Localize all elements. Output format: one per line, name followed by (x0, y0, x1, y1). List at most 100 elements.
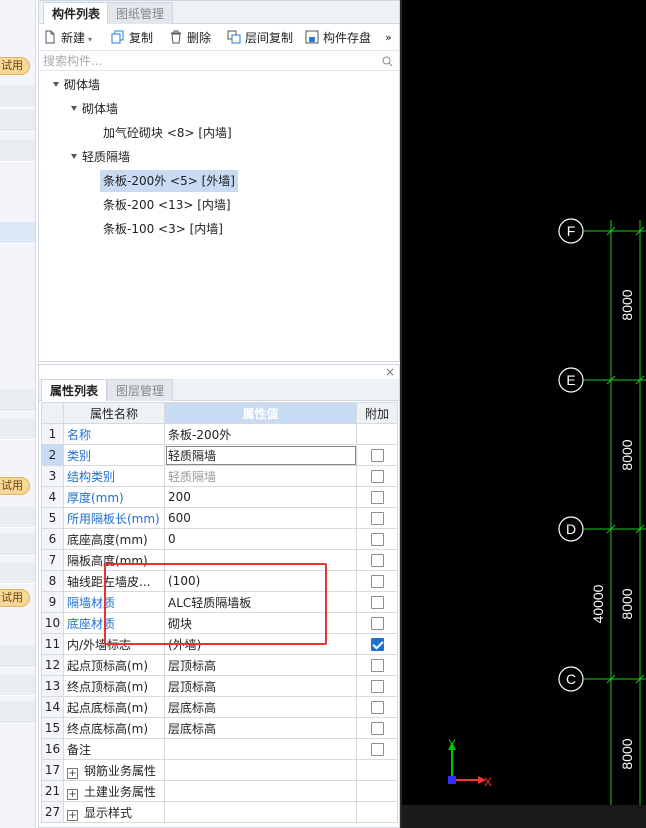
left-strip-row[interactable] (0, 534, 35, 556)
property-value[interactable]: ALC轻质隔墙板 (164, 591, 357, 613)
tab-property-list[interactable]: 属性列表 (41, 379, 108, 401)
left-strip-row[interactable] (0, 506, 35, 528)
cad-drawing-area[interactable]: F E D C 8000 8000 8000 8000 40000 Y X (402, 0, 646, 828)
property-row[interactable]: 3 结构类别 轻质隔墙 (41, 465, 398, 487)
extra-checkbox[interactable] (370, 470, 384, 483)
property-value[interactable]: 层顶标高 (164, 654, 357, 676)
extra-checkbox[interactable] (370, 554, 384, 567)
left-strip-row[interactable] (0, 702, 35, 724)
property-value[interactable]: (100) (164, 570, 357, 592)
property-row[interactable]: 5 所用隔板长(mm) 600 (41, 507, 398, 529)
extra-checkbox[interactable] (370, 512, 384, 525)
property-value[interactable]: 轻质隔墙 (164, 465, 357, 487)
extra-checkbox[interactable] (370, 680, 384, 693)
property-value[interactable]: 条板-200外 (164, 423, 357, 445)
new-button[interactable]: 新建 ▾ (43, 28, 92, 48)
property-row[interactable]: 27 + 显示样式 (41, 801, 398, 823)
property-row[interactable]: 1 名称 条板-200外 (41, 423, 398, 445)
property-value[interactable] (164, 738, 357, 760)
property-value[interactable]: (外墙) (164, 633, 357, 655)
expand-plus-icon[interactable]: + (67, 767, 78, 779)
tree-node-masonry-wall-root[interactable]: 砌体墙 (53, 74, 100, 96)
property-row[interactable]: 7 隔板高度(mm) (41, 549, 398, 571)
extra-checkbox[interactable] (370, 617, 384, 630)
save-component-button[interactable]: 构件存盘 (305, 28, 371, 48)
property-name[interactable]: + 土建业务属性 (63, 780, 165, 802)
tab-drawing-management[interactable]: 图纸管理 (107, 2, 174, 24)
property-row[interactable]: 14 起点底标高(m) 层底标高 (41, 696, 398, 718)
left-strip-row[interactable] (0, 110, 35, 132)
extra-checkbox[interactable] (370, 722, 384, 735)
extra-checkbox[interactable] (370, 491, 384, 504)
trial-badge[interactable]: 试用 (0, 477, 30, 495)
left-strip-row[interactable] (0, 646, 35, 668)
extra-checkbox[interactable] (370, 743, 384, 756)
property-value[interactable]: 轻质隔墙 (164, 444, 357, 466)
property-row[interactable]: 10 底座材质 砌块 (41, 612, 398, 634)
property-name[interactable]: + 显示样式 (63, 801, 165, 823)
left-strip-row[interactable] (0, 86, 35, 108)
tree-item-aerated-block[interactable]: 加气砼砌块 <8> [内墙] (103, 122, 232, 144)
delete-button[interactable]: 删除 (169, 28, 211, 48)
tree-item-strip-100[interactable]: 条板-100 <3> [内墙] (103, 218, 223, 240)
extra-checkbox[interactable] (370, 638, 384, 651)
tree-item-strip-200[interactable]: 条板-200 <13> [内墙] (103, 194, 231, 216)
property-row[interactable]: 15 终点底标高(m) 层底标高 (41, 717, 398, 739)
property-row[interactable]: 13 终点顶标高(m) 层顶标高 (41, 675, 398, 697)
left-strip-row[interactable] (0, 562, 35, 584)
property-value[interactable] (164, 780, 357, 802)
property-value[interactable] (164, 549, 357, 571)
property-value[interactable]: 层底标高 (164, 696, 357, 718)
tab-layer-management[interactable]: 图层管理 (107, 379, 174, 401)
property-value[interactable]: 砌块 (164, 612, 357, 634)
property-row[interactable]: 6 底座高度(mm) 0 (41, 528, 398, 550)
left-strip-row[interactable] (0, 222, 35, 244)
close-icon[interactable]: × (385, 365, 395, 379)
property-row[interactable]: 9 隔墙材质 ALC轻质隔墙板 (41, 591, 398, 613)
left-strip-row[interactable] (0, 140, 35, 162)
floor-copy-button[interactable]: 层间复制 (227, 28, 293, 48)
extra-checkbox[interactable] (370, 659, 384, 672)
extra-checkbox[interactable] (370, 596, 384, 609)
expand-caret-icon[interactable] (53, 82, 59, 87)
search-icon[interactable] (382, 56, 393, 67)
tree-node-light-partition[interactable]: 轻质隔墙 (71, 146, 130, 168)
left-strip-row[interactable] (0, 674, 35, 696)
property-row[interactable]: 2 类别 轻质隔墙 (41, 444, 398, 466)
property-row[interactable]: 8 轴线距左墙皮... (100) (41, 570, 398, 592)
property-row[interactable]: 4 厚度(mm) 200 (41, 486, 398, 508)
expand-plus-icon[interactable]: + (67, 809, 78, 821)
tree-node-masonry-wall[interactable]: 砌体墙 (71, 98, 118, 120)
component-search-input[interactable]: 搜索构件... (39, 52, 399, 71)
extra-checkbox[interactable] (370, 575, 384, 588)
extra-checkbox[interactable] (370, 533, 384, 546)
cad-canvas[interactable]: F E D C 8000 8000 8000 8000 40000 Y X (402, 0, 646, 828)
property-row[interactable]: 12 起点顶标高(m) 层顶标高 (41, 654, 398, 676)
left-strip-row[interactable] (0, 390, 35, 412)
extra-checkbox[interactable] (370, 701, 384, 714)
tree-item-strip-200-ext[interactable]: 条板-200外 <5> [外墙] (100, 170, 238, 192)
trial-badge[interactable]: 试用 (0, 57, 30, 75)
left-strip-row[interactable] (0, 418, 35, 440)
expand-caret-icon[interactable] (71, 106, 77, 111)
extra-checkbox[interactable] (370, 449, 384, 462)
toolbar-more-button[interactable]: » (385, 28, 392, 48)
property-value[interactable] (164, 759, 357, 781)
copy-button[interactable]: 复制 (111, 28, 153, 48)
property-value[interactable]: 200 (164, 486, 357, 508)
property-row[interactable]: 21 + 土建业务属性 (41, 780, 398, 802)
property-value[interactable]: 0 (164, 528, 357, 550)
property-value[interactable]: 层底标高 (164, 717, 357, 739)
property-row[interactable]: 16 备注 (41, 738, 398, 760)
property-value[interactable] (164, 801, 357, 823)
new-dropdown-arrow-icon[interactable]: ▾ (88, 35, 92, 44)
expand-caret-icon[interactable] (71, 154, 77, 159)
expand-plus-icon[interactable]: + (67, 788, 78, 800)
property-row[interactable]: 17 + 钢筋业务属性 (41, 759, 398, 781)
tab-component-list[interactable]: 构件列表 (43, 2, 110, 24)
property-name[interactable]: + 钢筋业务属性 (63, 759, 165, 781)
property-value[interactable]: 600 (164, 507, 357, 529)
property-value[interactable]: 层顶标高 (164, 675, 357, 697)
trial-badge[interactable]: 试用 (0, 589, 30, 607)
property-row[interactable]: 11 内/外墙标志 (外墙) (41, 633, 398, 655)
